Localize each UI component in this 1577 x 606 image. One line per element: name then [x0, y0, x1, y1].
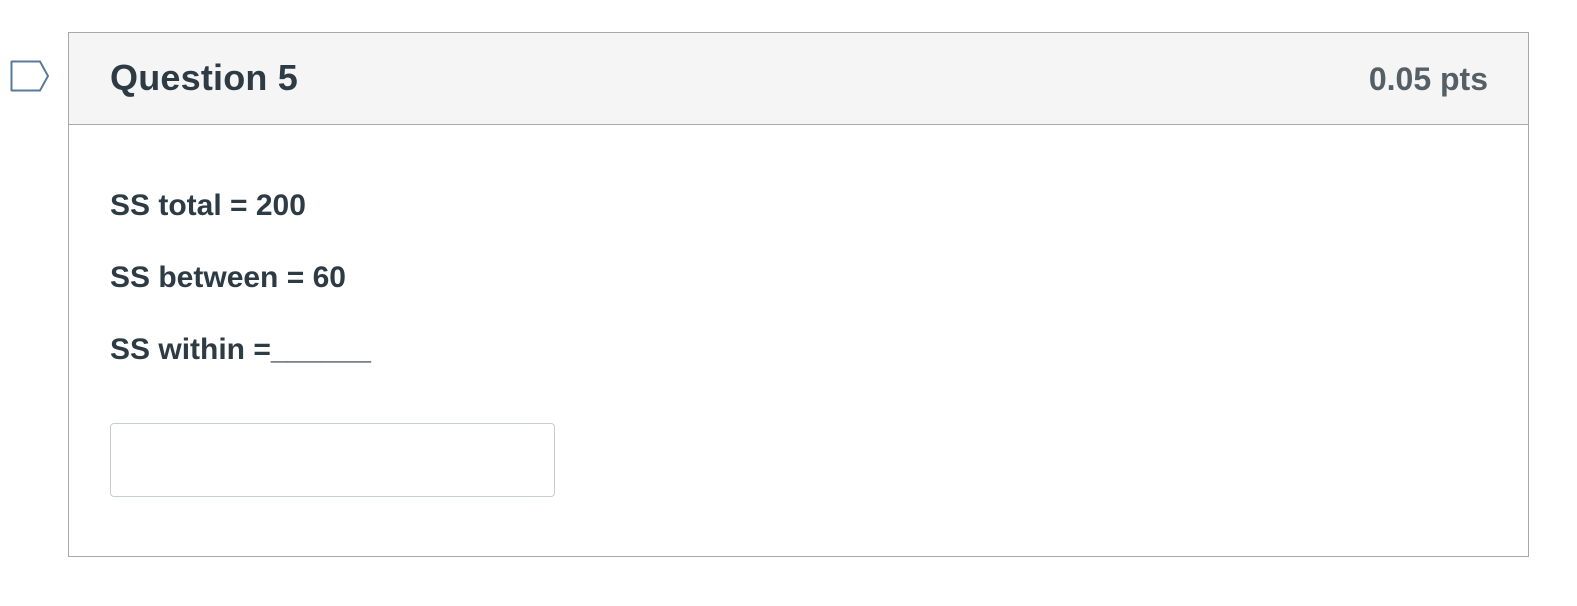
- question-title: Question 5: [110, 57, 299, 98]
- question-points: 0.05 pts: [1368, 61, 1488, 97]
- answer-input[interactable]: [110, 423, 555, 497]
- question-text-ss-between: SS between = 60: [110, 261, 346, 294]
- question-text-ss-total: SS total = 200: [110, 189, 306, 222]
- question-card: Question 5 0.05 pts SS total = 200 SS be…: [68, 32, 1529, 557]
- flag-question-toggle[interactable]: [10, 60, 50, 92]
- flag-bookmark-icon: [10, 60, 49, 92]
- question-header: Question 5 0.05 pts: [69, 33, 1528, 125]
- question-text-ss-within: SS within =______: [110, 333, 371, 366]
